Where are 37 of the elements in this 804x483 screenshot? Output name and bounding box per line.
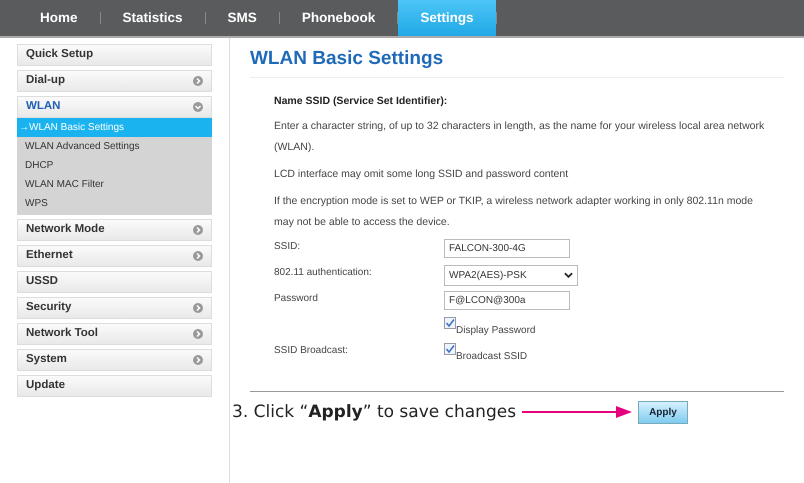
nav-tab[interactable]: Home xyxy=(18,0,100,36)
sidebar-item[interactable]: Quick Setup xyxy=(17,44,212,66)
nav-tab[interactable]: SMS xyxy=(206,0,279,36)
input-field[interactable]: FALCON-300-4G xyxy=(444,238,570,258)
submenu-item[interactable]: WPS xyxy=(17,194,212,213)
instruction-text: 3. Click “Apply” to save changes xyxy=(232,400,516,424)
checkbox[interactable] xyxy=(444,316,456,329)
input-field[interactable]: F@LCON@300a xyxy=(444,290,570,310)
sidebar-item[interactable]: Update xyxy=(17,375,212,397)
sidebar-item[interactable]: Dial-up xyxy=(17,70,212,92)
sidebar-item[interactable]: System xyxy=(17,349,212,371)
field-label: Password xyxy=(274,292,318,304)
select-field[interactable]: WPA2(AES)-PSK xyxy=(444,264,578,286)
page-title: WLAN Basic Settings xyxy=(250,48,784,78)
nav-tab[interactable]: Phonebook xyxy=(280,0,398,36)
apply-button[interactable]: Apply xyxy=(638,400,688,424)
caret-icon xyxy=(564,272,573,278)
sidebar-item[interactable]: Network Mode xyxy=(17,219,212,241)
checkbox[interactable] xyxy=(444,342,456,355)
submenu-item[interactable]: WLAN Advanced Settings xyxy=(17,137,212,156)
submenu-item[interactable]: WLAN MAC Filter xyxy=(17,175,212,194)
sidebar-item[interactable]: WLAN xyxy=(17,96,212,118)
description-text: If the encryption mode is set to WEP or TKIP, a wireless network adapter working in only 802.11n mode may not be able to access the device. xyxy=(274,194,754,230)
nav-tab[interactable]: Statistics xyxy=(100,0,205,36)
checkbox-label: Broadcast SSID xyxy=(456,350,528,364)
field-label: SSID Broadcast: xyxy=(274,344,348,356)
sidebar-item[interactable]: Security xyxy=(17,297,212,319)
sidebar-item[interactable]: Ethernet xyxy=(17,245,212,267)
section-heading: Name SSID (Service Set Identifier): xyxy=(274,94,448,109)
sidebar-item[interactable]: Network Tool xyxy=(17,323,212,345)
description-text: LCD interface may omit some long SSID and password content xyxy=(274,166,570,182)
description-text: Enter a character string, of up to 32 characters in length, as the name for your wireless local area network (WLAN). xyxy=(274,118,766,155)
sidebar-item[interactable]: USSD xyxy=(17,271,212,293)
field-label: SSID: xyxy=(274,240,300,252)
submenu-item[interactable]: DHCP xyxy=(17,156,212,175)
field-label: 802.11 authentication: xyxy=(274,266,372,278)
checkbox-label: Display Password xyxy=(456,324,536,338)
